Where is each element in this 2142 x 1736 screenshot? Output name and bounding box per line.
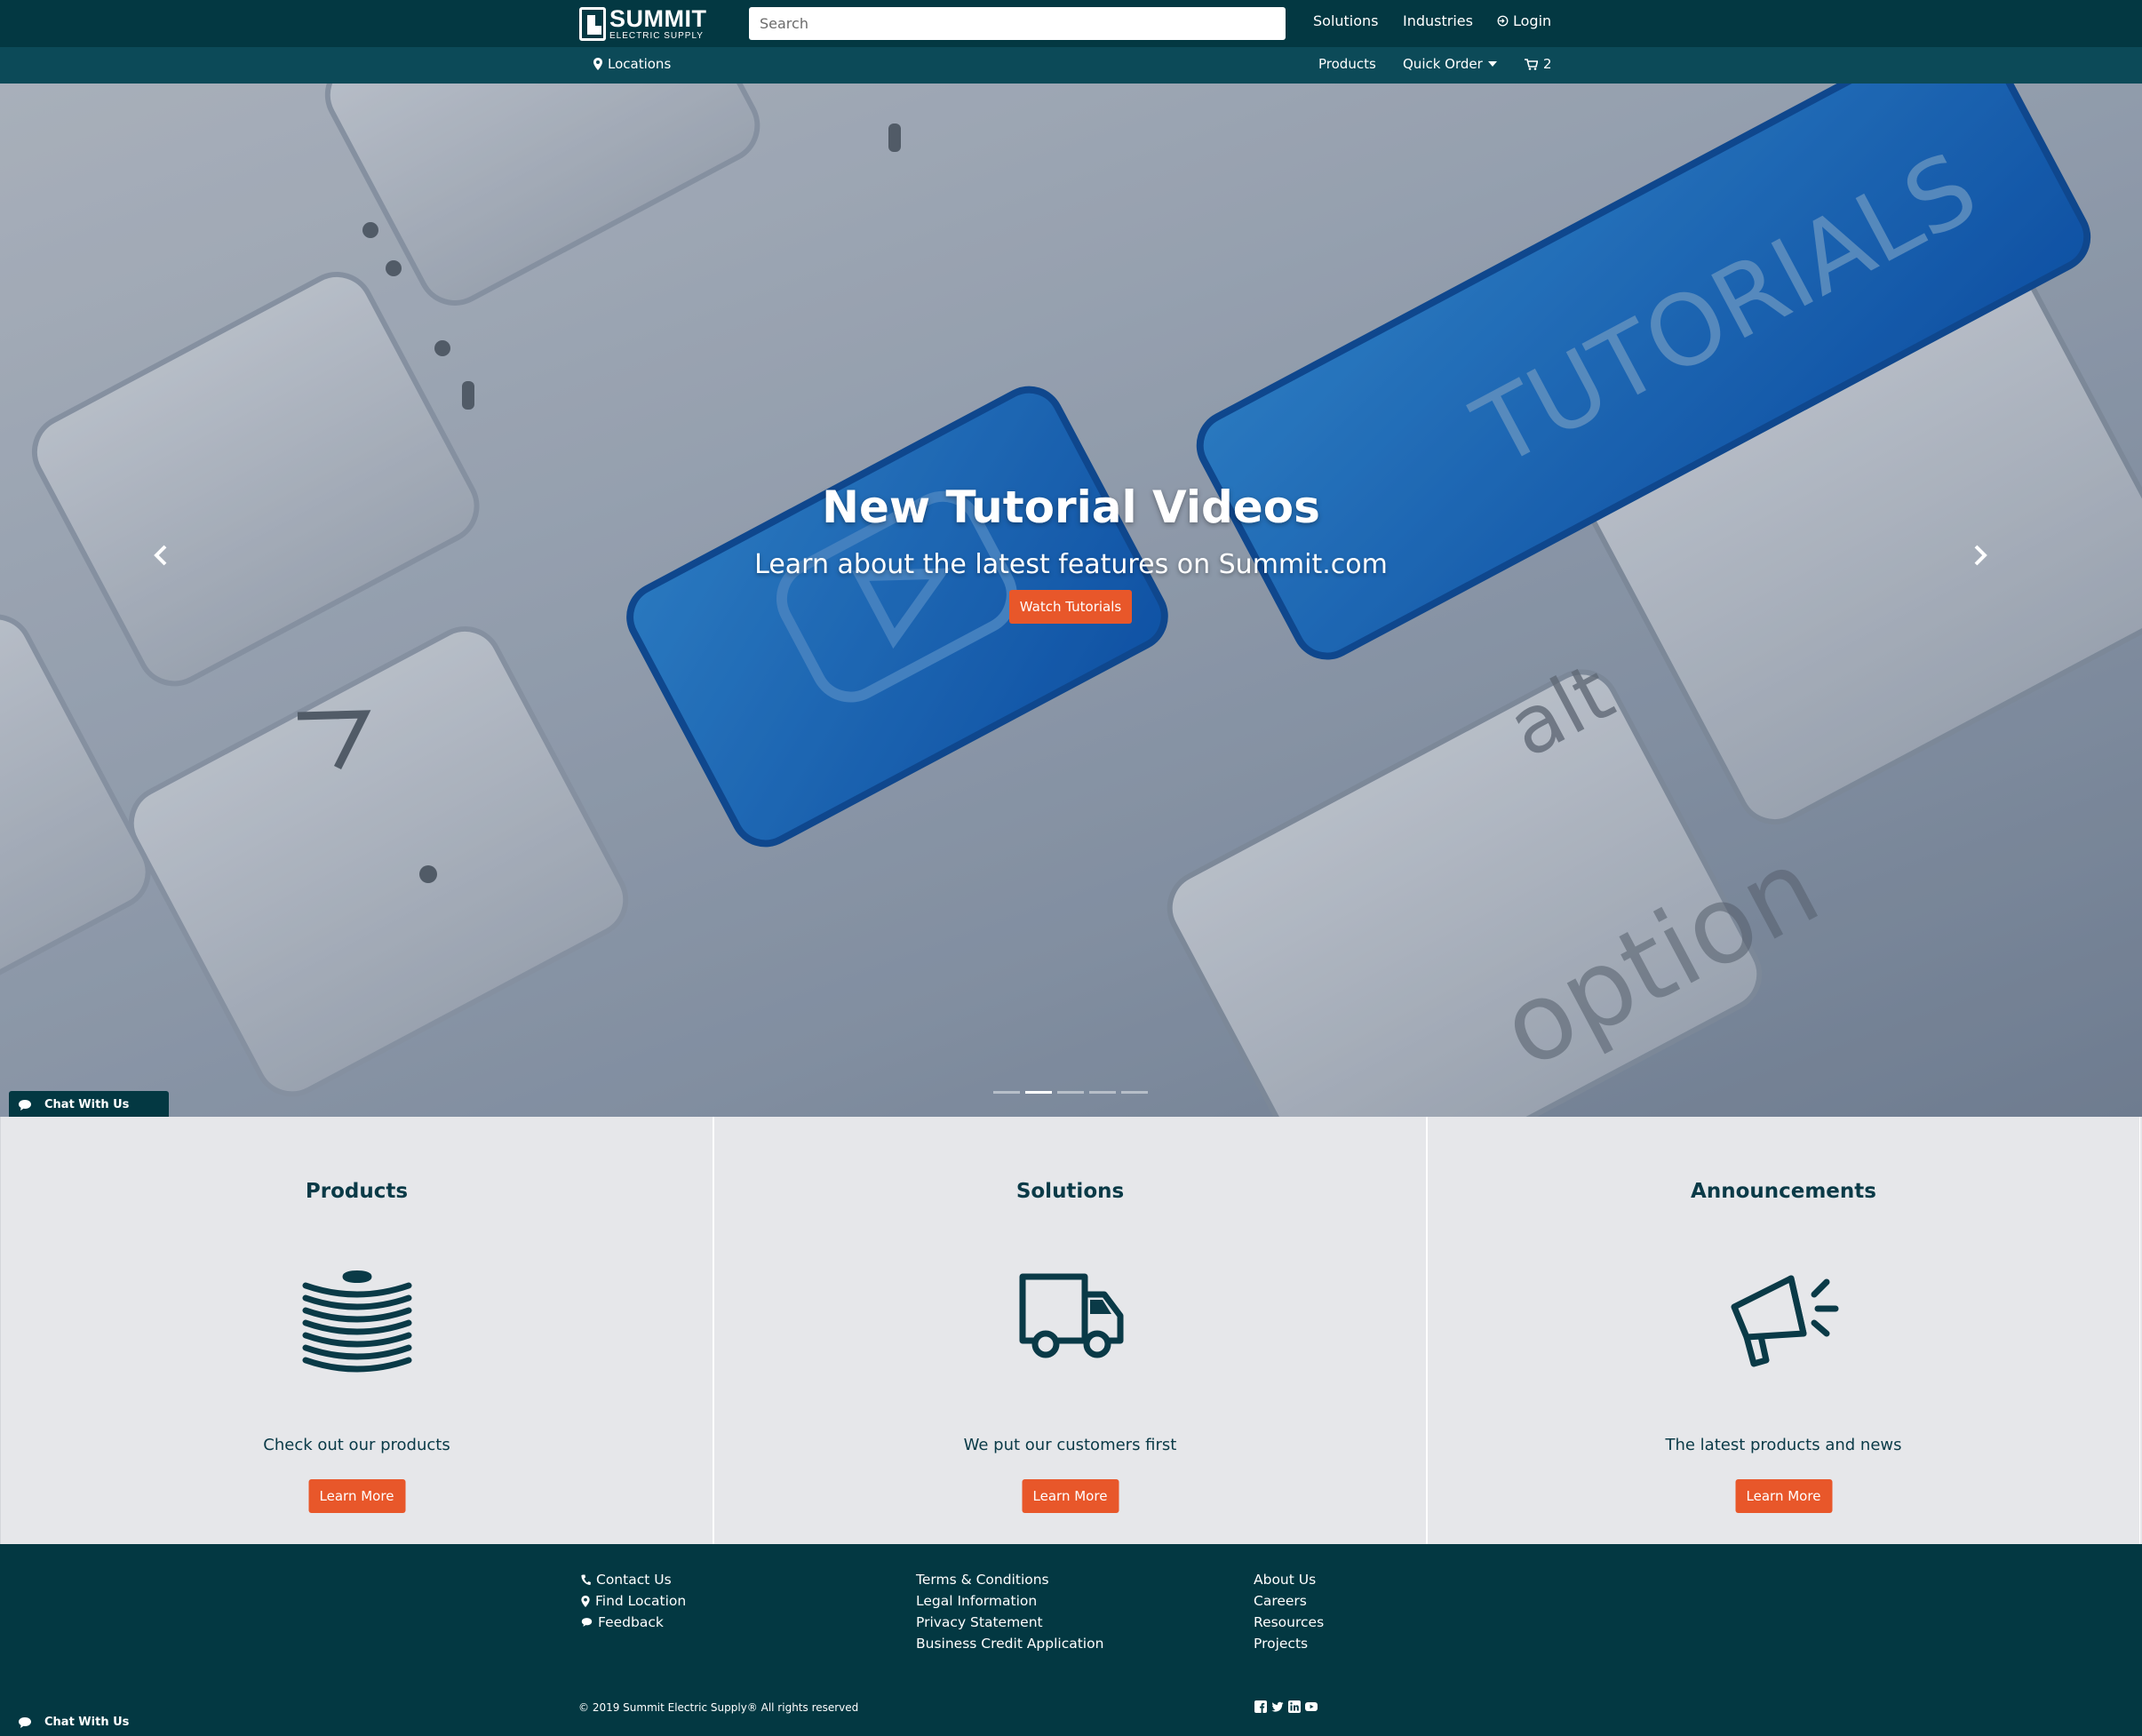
carousel-indicator[interactable] xyxy=(993,1091,1020,1094)
speech-bubble-icon xyxy=(581,1618,593,1627)
carousel-indicator[interactable] xyxy=(1025,1091,1052,1094)
facebook-icon[interactable] xyxy=(1254,1700,1267,1713)
login-icon xyxy=(1497,15,1509,27)
nav-cart[interactable]: 2 xyxy=(1525,56,1552,72)
site-footer: Contact Us Find Location Feedback Terms … xyxy=(0,1544,2142,1736)
secondary-navbar: Locations Products Quick Order 2 xyxy=(0,47,2142,84)
summit-logo[interactable]: SUMMIT ELECTRIC SUPPLY xyxy=(579,6,721,42)
phone-icon xyxy=(581,1574,591,1585)
caret-down-icon xyxy=(1487,61,1497,67)
footer-terms-link[interactable]: Terms & Conditions xyxy=(916,1572,1103,1588)
locations-label: Locations xyxy=(608,56,672,72)
twitter-icon[interactable] xyxy=(1271,1700,1284,1713)
nav-quick-order[interactable]: Quick Order xyxy=(1403,56,1497,72)
footer-feedback-link[interactable]: Feedback xyxy=(581,1614,686,1630)
card-products: Products Check out our products Learn Mo… xyxy=(0,1117,713,1544)
feature-cards: Products Check out our products Learn Mo… xyxy=(0,1117,2142,1544)
logo-wordmark: SUMMIT xyxy=(609,5,707,32)
linkedin-icon[interactable] xyxy=(1288,1700,1301,1713)
cart-count: 2 xyxy=(1543,56,1552,72)
card-description: The latest products and news xyxy=(1665,1436,1902,1454)
hero-subtitle: Learn about the latest features on Summi… xyxy=(754,549,1388,580)
carousel-indicator[interactable] xyxy=(1057,1091,1084,1094)
logo-mark-icon xyxy=(579,7,606,41)
delivery-truck-icon xyxy=(1019,1273,1123,1358)
megaphone-icon xyxy=(1731,1275,1838,1367)
watch-tutorials-button[interactable]: Watch Tutorials xyxy=(1009,590,1132,624)
footer-credit-application-link[interactable]: Business Credit Application xyxy=(916,1636,1103,1652)
nav-login[interactable]: Login xyxy=(1497,12,1551,29)
logo-tagline: ELECTRIC SUPPLY xyxy=(609,31,704,41)
top-navbar: SUMMIT ELECTRIC SUPPLY Solutions Industr… xyxy=(0,0,2142,47)
chat-bubble-icon xyxy=(19,1716,31,1728)
hero-carousel: TUTORIALS alt option New Tutorial Videos… xyxy=(0,84,2142,1117)
carousel-indicators xyxy=(993,1091,1148,1094)
footer-privacy-link[interactable]: Privacy Statement xyxy=(916,1614,1103,1630)
login-label: Login xyxy=(1513,12,1552,29)
card-title: Solutions xyxy=(1015,1180,1125,1203)
social-links xyxy=(1254,1700,1318,1713)
products-learn-more-button[interactable]: Learn More xyxy=(308,1479,405,1513)
quick-order-label: Quick Order xyxy=(1403,56,1483,72)
youtube-icon[interactable] xyxy=(1305,1700,1318,1713)
chat-widget[interactable]: Chat With Us xyxy=(9,1708,169,1736)
carousel-prev-arrow-icon[interactable] xyxy=(147,542,174,569)
nav-solutions[interactable]: Solutions xyxy=(1313,12,1379,29)
carousel-indicator[interactable] xyxy=(1089,1091,1116,1094)
nav-industries[interactable]: Industries xyxy=(1403,12,1473,29)
card-title: Products xyxy=(305,1180,409,1203)
footer-about-column: About Us Careers Resources Projects xyxy=(1254,1572,1324,1652)
footer-legal-column: Terms & Conditions Legal Information Pri… xyxy=(916,1572,1103,1652)
footer-legal-info-link[interactable]: Legal Information xyxy=(916,1593,1103,1609)
card-solutions: Solutions We put our customers first Lea… xyxy=(713,1117,1427,1544)
nav-locations[interactable]: Locations xyxy=(593,56,671,72)
shopping-cart-icon xyxy=(1525,58,1538,70)
footer-find-location-link[interactable]: Find Location xyxy=(581,1593,686,1609)
footer-contact-column: Contact Us Find Location Feedback xyxy=(581,1572,686,1630)
card-description: Check out our products xyxy=(263,1436,450,1454)
footer-projects-link[interactable]: Projects xyxy=(1254,1636,1324,1652)
chat-widget[interactable]: Chat With Us xyxy=(9,1091,169,1119)
wire-spool-icon xyxy=(302,1270,411,1373)
map-marker-icon xyxy=(593,58,602,70)
map-marker-icon xyxy=(581,1595,590,1607)
copyright-text: © 2019 Summit Electric Supply® All right… xyxy=(578,1701,859,1714)
carousel-next-arrow-icon[interactable] xyxy=(1967,542,1994,569)
footer-resources-link[interactable]: Resources xyxy=(1254,1614,1324,1630)
footer-careers-link[interactable]: Careers xyxy=(1254,1593,1324,1609)
hero-title: New Tutorial Videos xyxy=(822,482,1320,533)
footer-contact-us-link[interactable]: Contact Us xyxy=(581,1572,686,1588)
carousel-indicator[interactable] xyxy=(1121,1091,1148,1094)
search-input[interactable] xyxy=(749,7,1286,40)
nav-products[interactable]: Products xyxy=(1318,56,1376,72)
chat-label: Chat With Us xyxy=(44,1716,130,1729)
chat-bubble-icon xyxy=(19,1099,31,1111)
solutions-learn-more-button[interactable]: Learn More xyxy=(1022,1479,1119,1513)
card-announcements: Announcements The latest products and ne… xyxy=(1427,1117,2140,1544)
card-description: We put our customers first xyxy=(963,1436,1177,1454)
chat-label: Chat With Us xyxy=(44,1098,130,1111)
card-title: Announcements xyxy=(1691,1180,1876,1203)
announcements-learn-more-button[interactable]: Learn More xyxy=(1735,1479,1832,1513)
footer-about-link[interactable]: About Us xyxy=(1254,1572,1324,1588)
